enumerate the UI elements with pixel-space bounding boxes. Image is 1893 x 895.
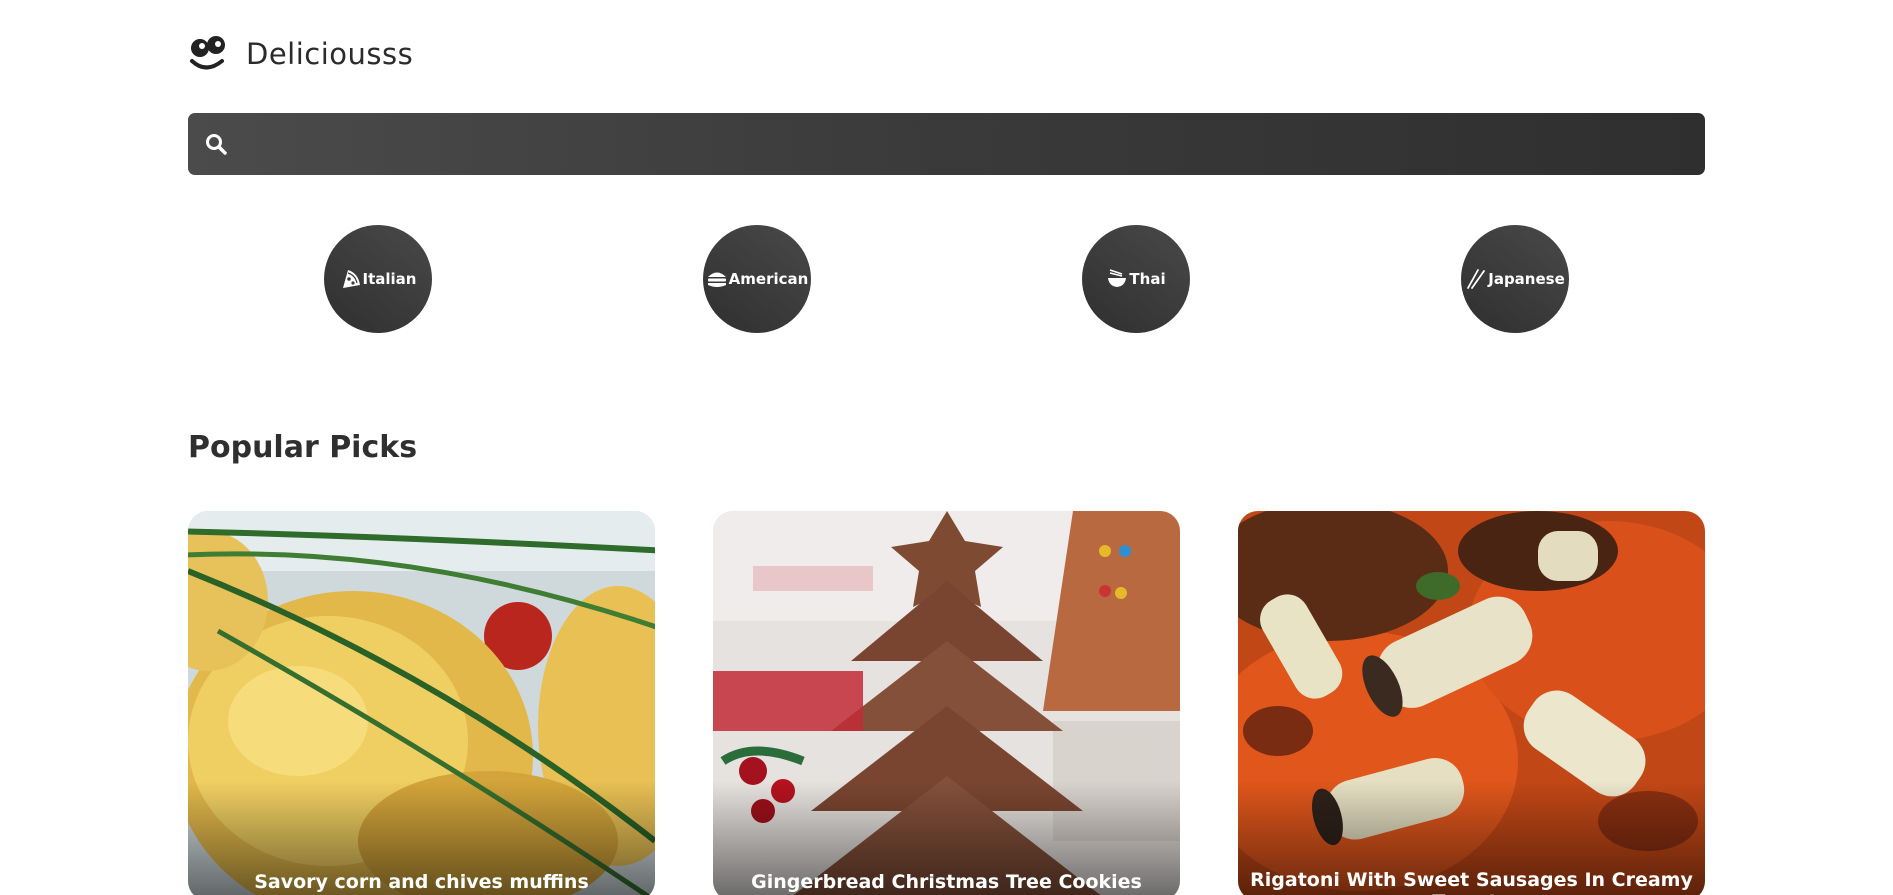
cuisine-italian-button[interactable]: Italian: [324, 225, 432, 333]
popular-picks-heading: Popular Picks: [188, 430, 418, 465]
search-bar: [188, 113, 1705, 175]
smile-logo-icon[interactable]: [188, 34, 228, 74]
cuisine-label: Japanese: [1488, 270, 1565, 288]
site-header: Deliciousss: [188, 34, 413, 74]
pizza-icon: [340, 268, 362, 290]
hamburger-icon: [706, 268, 728, 290]
cuisine-label: Thai: [1129, 270, 1166, 288]
recipe-card-title: Gingerbread Christmas Tree Cookies: [751, 871, 1142, 893]
noodle-bowl-icon: [1106, 268, 1128, 290]
search-icon: [206, 134, 227, 155]
chopsticks-icon: [1465, 268, 1487, 290]
cuisine-label: American: [728, 270, 809, 288]
cuisine-list: Italian American Thai Japanese: [0, 225, 1893, 335]
recipe-card[interactable]: Savory corn and chives muffins: [188, 511, 655, 895]
cuisine-japanese-button[interactable]: Japanese: [1461, 225, 1569, 333]
recipe-card[interactable]: Gingerbread Christmas Tree Cookies: [713, 511, 1180, 895]
cuisine-american-button[interactable]: American: [703, 225, 811, 333]
cuisine-label: Italian: [362, 270, 417, 288]
recipe-card-title: Rigatoni With Sweet Sausages In Creamy T…: [1250, 869, 1693, 895]
site-logo-text[interactable]: Deliciousss: [246, 37, 413, 71]
recipe-card[interactable]: Rigatoni With Sweet Sausages In Creamy T…: [1238, 511, 1705, 895]
search-input[interactable]: [228, 113, 1705, 175]
recipe-card-title: Savory corn and chives muffins: [254, 871, 589, 893]
cuisine-thai-button[interactable]: Thai: [1082, 225, 1190, 333]
